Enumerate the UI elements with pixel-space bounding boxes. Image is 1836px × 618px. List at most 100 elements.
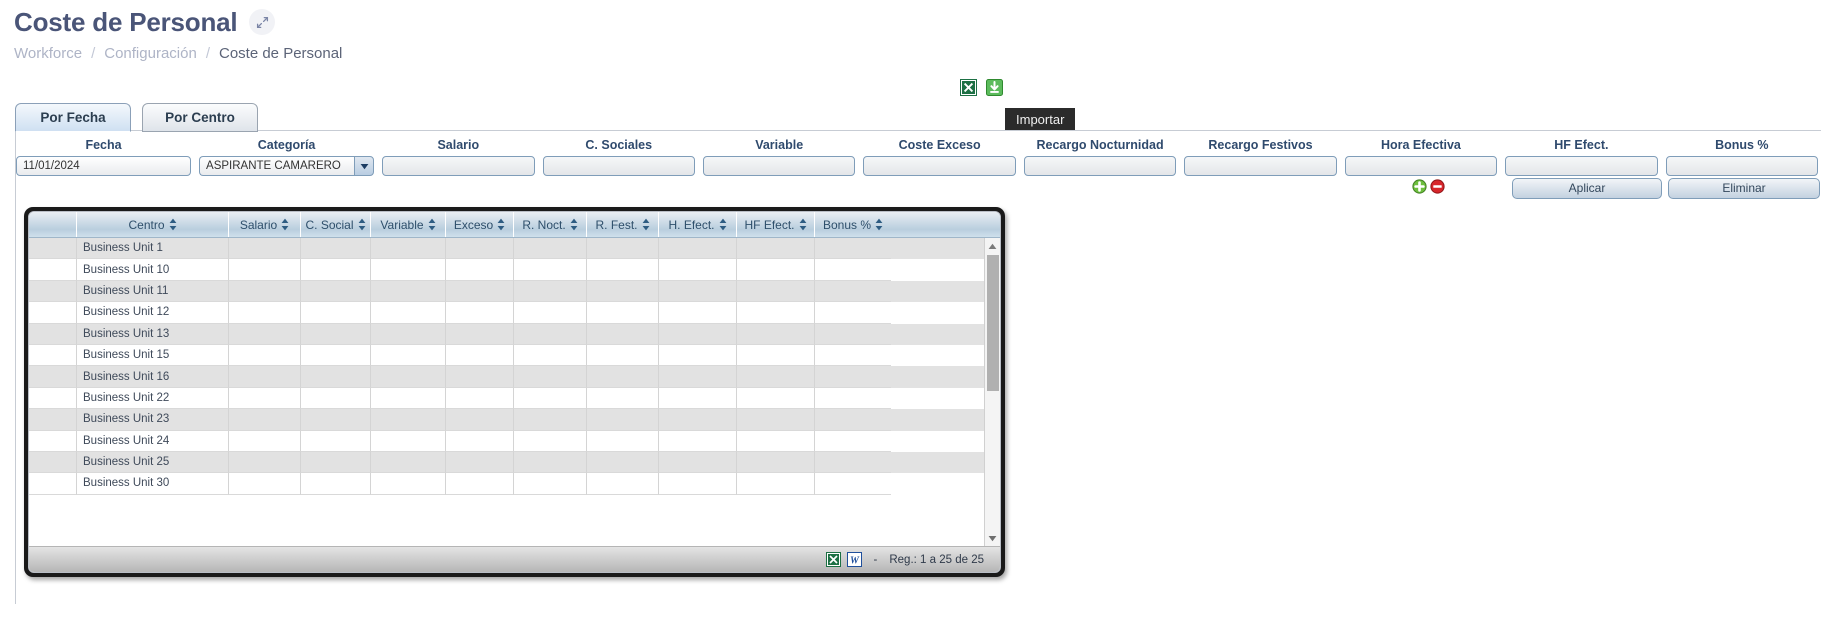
table-cell-hf-efect <box>737 387 815 410</box>
table-row[interactable]: Business Unit 13 <box>29 323 984 345</box>
breadcrumb-item-workforce[interactable]: Workforce <box>14 45 82 62</box>
table-cell-variable <box>371 409 446 431</box>
breadcrumb-item-configuracion[interactable]: Configuración <box>104 45 197 62</box>
export-word-icon[interactable]: W <box>846 552 862 567</box>
scrollbar-thumb[interactable] <box>987 255 999 391</box>
table-cell-c-social <box>301 280 371 303</box>
filter-label-bonus-pct: Bonus % <box>1715 138 1769 152</box>
export-excel-icon[interactable] <box>825 552 841 567</box>
table-cell-select <box>29 473 77 495</box>
filter-input-recargo-festivos[interactable] <box>1184 156 1337 176</box>
remove-circle-icon[interactable] <box>1430 179 1445 199</box>
filter-input-hora-efectiva[interactable] <box>1344 156 1498 176</box>
table-cell-c-social <box>301 344 371 367</box>
table-cell-salario <box>229 451 301 474</box>
eliminar-button[interactable]: Eliminar <box>1668 178 1820 199</box>
column-header-r-noct[interactable]: R. Noct. <box>514 212 587 237</box>
table-row[interactable]: Business Unit 22 <box>29 387 984 410</box>
aplicar-button[interactable]: Aplicar <box>1512 178 1662 199</box>
filter-input-recargo-nocturnidad[interactable] <box>1023 156 1177 176</box>
table-cell-h-efect <box>659 409 737 431</box>
filter-input-c-sociales[interactable] <box>542 156 695 176</box>
table-cell-h-efect <box>659 451 737 474</box>
grid-vertical-scrollbar[interactable] <box>984 238 1000 546</box>
table-cell-exceso <box>446 302 514 324</box>
filter-select-categoria[interactable]: ASPIRANTE CAMARERO <box>199 156 355 176</box>
sort-arrows-icon[interactable] <box>169 218 177 231</box>
table-cell-r-noct <box>514 473 587 495</box>
table-cell-h-efect <box>659 323 737 345</box>
table-cell-salario <box>229 323 301 345</box>
column-header-r-fest[interactable]: R. Fest. <box>587 212 659 237</box>
table-cell-centro: Business Unit 1 <box>77 238 229 260</box>
sort-arrows-icon[interactable] <box>875 218 883 231</box>
table-cell-salario <box>229 409 301 431</box>
column-header-centro[interactable]: Centro <box>77 212 229 237</box>
column-header-salario[interactable]: Salario <box>229 212 301 237</box>
sort-arrows-icon[interactable] <box>428 218 436 231</box>
filter-input-hf-efect[interactable] <box>1505 156 1658 176</box>
filter-recargo-nocturnidad: Recargo Nocturnidad <box>1023 138 1177 176</box>
filter-input-fecha[interactable] <box>16 156 192 176</box>
sort-arrows-icon[interactable] <box>497 218 505 231</box>
table-row[interactable]: Business Unit 12 <box>29 302 984 324</box>
sort-arrows-icon[interactable] <box>719 218 727 231</box>
sort-arrows-icon[interactable] <box>358 218 366 231</box>
filter-coste-exceso: Coste Exceso <box>863 138 1016 176</box>
table-cell-salario <box>229 280 301 303</box>
sort-arrows-icon[interactable] <box>281 218 289 231</box>
filter-input-salario[interactable] <box>382 156 535 176</box>
table-row[interactable]: Business Unit 30 <box>29 473 984 495</box>
table-row[interactable]: Business Unit 15 <box>29 344 984 367</box>
column-header-hf-efect[interactable]: HF Efect. <box>737 212 815 237</box>
filter-bonus-pct: Bonus % <box>1665 138 1819 176</box>
import-download-icon[interactable] <box>986 79 1003 96</box>
table-row[interactable]: Business Unit 24 <box>29 430 984 452</box>
tab-por-centro[interactable]: Por Centro <box>142 103 258 132</box>
filter-input-coste-exceso[interactable] <box>863 156 1016 176</box>
table-cell-select <box>29 323 77 345</box>
sort-arrows-icon[interactable] <box>570 218 578 231</box>
record-count-label: Reg.: 1 a 25 de 25 <box>889 553 984 566</box>
table-row[interactable]: Business Unit 11 <box>29 280 984 303</box>
table-cell-r-fest <box>587 473 659 495</box>
table-cell-salario <box>229 430 301 452</box>
table-row[interactable]: Business Unit 25 <box>29 451 984 474</box>
grid-footer: W - Reg.: 1 a 25 de 25 <box>29 546 1000 572</box>
table-cell-bonus-pct <box>815 388 891 410</box>
table-row[interactable]: Business Unit 10 <box>29 259 984 281</box>
column-header-h-efect[interactable]: H. Efect. <box>659 212 737 237</box>
add-circle-icon[interactable] <box>1412 179 1427 199</box>
table-row[interactable]: Business Unit 16 <box>29 366 984 388</box>
table-cell-r-noct <box>514 238 587 260</box>
table-row[interactable]: Business Unit 23 <box>29 409 984 431</box>
table-cell-exceso <box>446 323 514 345</box>
export-excel-icon[interactable] <box>960 79 977 96</box>
tab-por-fecha[interactable]: Por Fecha <box>15 103 131 132</box>
sort-arrows-icon[interactable] <box>799 218 807 231</box>
breadcrumb: Workforce / Configuración / Coste de Per… <box>14 45 1836 62</box>
table-cell-salario <box>229 302 301 324</box>
table-row[interactable]: Business Unit 1 <box>29 238 984 260</box>
table-cell-variable <box>371 366 446 388</box>
column-header-variable[interactable]: Variable <box>371 212 446 237</box>
table-cell-exceso <box>446 387 514 410</box>
table-cell-h-efect <box>659 430 737 452</box>
table-cell-select <box>29 344 77 367</box>
table-cell-centro: Business Unit 15 <box>77 344 229 367</box>
table-cell-c-social <box>301 473 371 495</box>
filter-input-bonus-pct[interactable] <box>1665 156 1819 176</box>
table-cell-exceso <box>446 430 514 452</box>
chevron-down-icon[interactable] <box>354 156 375 176</box>
column-header-exceso[interactable]: Exceso <box>446 212 514 237</box>
sort-arrows-icon[interactable] <box>642 218 650 231</box>
column-header-bonus-pct[interactable]: Bonus % <box>815 212 891 237</box>
scroll-up-arrow-icon[interactable] <box>985 238 1001 254</box>
scroll-down-arrow-icon[interactable] <box>985 530 1001 546</box>
table-cell-c-social <box>301 387 371 410</box>
expand-arrows-icon[interactable] <box>249 9 276 36</box>
table-cell-c-social <box>301 302 371 324</box>
column-header-c-social[interactable]: C. Social <box>301 212 371 237</box>
table-cell-r-noct <box>514 409 587 431</box>
filter-input-variable[interactable] <box>702 156 856 176</box>
